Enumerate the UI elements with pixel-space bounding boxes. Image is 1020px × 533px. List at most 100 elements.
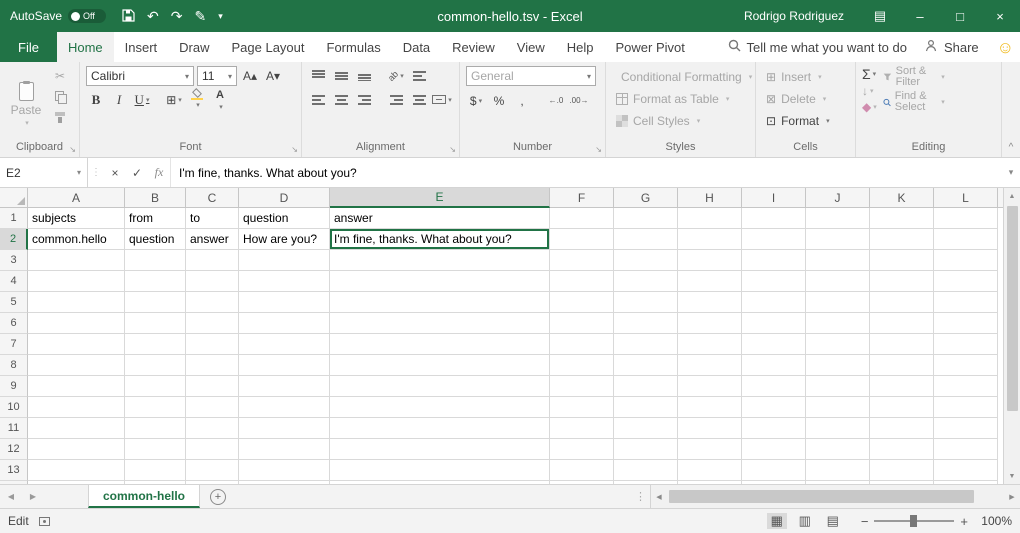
decrease-decimal-icon[interactable]: .00→	[569, 91, 589, 110]
align-bottom-icon[interactable]	[354, 66, 374, 85]
cell-D6[interactable]	[239, 313, 330, 334]
format-painter-icon[interactable]	[50, 108, 70, 127]
format-cells-button[interactable]: ⊡ Format	[762, 110, 849, 132]
percent-style-icon[interactable]: %	[489, 91, 509, 110]
cell-L2[interactable]	[934, 229, 998, 250]
cell-J6[interactable]	[806, 313, 870, 334]
cell-B1[interactable]: from	[125, 208, 186, 229]
increase-decimal-icon[interactable]: ←.0	[546, 91, 566, 110]
cell-C6[interactable]	[186, 313, 239, 334]
cell-C13[interactable]	[186, 460, 239, 481]
cell-I10[interactable]	[742, 397, 806, 418]
cell-F5[interactable]	[550, 292, 614, 313]
cell-J11[interactable]	[806, 418, 870, 439]
cell-D3[interactable]	[239, 250, 330, 271]
cell-E7[interactable]	[330, 334, 550, 355]
row-header-9[interactable]: 9	[0, 376, 28, 397]
column-header-H[interactable]: H	[678, 188, 742, 208]
column-header-L[interactable]: L	[934, 188, 998, 208]
sort-filter-button[interactable]: Sort & Filter	[883, 66, 945, 88]
font-size-combobox[interactable]: 11	[197, 66, 237, 86]
cell-E12[interactable]	[330, 439, 550, 460]
cell-G2[interactable]	[614, 229, 678, 250]
font-dialog-launcher[interactable]: ↘	[291, 146, 298, 154]
cell-F12[interactable]	[550, 439, 614, 460]
column-header-D[interactable]: D	[239, 188, 330, 208]
cell-F7[interactable]	[550, 334, 614, 355]
vertical-scrollbar-thumb[interactable]	[1007, 206, 1018, 411]
cell-A8[interactable]	[28, 355, 125, 376]
cell-A2[interactable]: common.hello	[28, 229, 125, 250]
cell-F1[interactable]	[550, 208, 614, 229]
cell-D8[interactable]	[239, 355, 330, 376]
cell-K11[interactable]	[870, 418, 934, 439]
cell-B10[interactable]	[125, 397, 186, 418]
cut-icon[interactable]: ✂	[50, 66, 70, 85]
cell-D11[interactable]	[239, 418, 330, 439]
cell-H6[interactable]	[678, 313, 742, 334]
cell-A7[interactable]	[28, 334, 125, 355]
cell-H12[interactable]	[678, 439, 742, 460]
name-box[interactable]: E2	[0, 158, 88, 187]
cell-D9[interactable]	[239, 376, 330, 397]
zoom-out-icon[interactable]: −	[861, 514, 869, 529]
format-as-table-button[interactable]: Format as Table	[612, 88, 749, 110]
cell-L5[interactable]	[934, 292, 998, 313]
cell-L12[interactable]	[934, 439, 998, 460]
cell-A11[interactable]	[28, 418, 125, 439]
new-sheet-icon[interactable]: +	[210, 489, 226, 505]
cell-L3[interactable]	[934, 250, 998, 271]
cell-A1[interactable]: subjects	[28, 208, 125, 229]
cell-B9[interactable]	[125, 376, 186, 397]
borders-icon[interactable]: ⊞	[164, 90, 184, 109]
sheet-nav-left-icon[interactable]: ◀	[0, 485, 22, 508]
cell-E3[interactable]	[330, 250, 550, 271]
cell-D5[interactable]	[239, 292, 330, 313]
cell-K4[interactable]	[870, 271, 934, 292]
cell-K8[interactable]	[870, 355, 934, 376]
cell-D1[interactable]: question	[239, 208, 330, 229]
shrink-font-icon[interactable]: A▾	[263, 67, 283, 86]
orientation-icon[interactable]: ab	[386, 66, 406, 85]
tell-me-box[interactable]: Tell me what you want to do	[728, 39, 907, 55]
cell-I1[interactable]	[742, 208, 806, 229]
cell-B3[interactable]	[125, 250, 186, 271]
font-family-combobox[interactable]: Calibri	[86, 66, 194, 86]
cell-E13[interactable]	[330, 460, 550, 481]
row-header-8[interactable]: 8	[0, 355, 28, 376]
align-left-icon[interactable]	[308, 90, 328, 109]
cell-E11[interactable]	[330, 418, 550, 439]
tab-data[interactable]: Data	[392, 32, 441, 62]
zoom-slider[interactable]	[874, 520, 954, 522]
select-all-corner[interactable]	[0, 188, 28, 208]
cell-A9[interactable]	[28, 376, 125, 397]
cell-E2[interactable]: I'm fine, thanks. What about you?	[330, 229, 550, 250]
cell-B7[interactable]	[125, 334, 186, 355]
customize-qat-chevron-icon[interactable]: ▾	[218, 12, 223, 21]
cell-B12[interactable]	[125, 439, 186, 460]
cell-G1[interactable]	[614, 208, 678, 229]
cell-H9[interactable]	[678, 376, 742, 397]
cell-C2[interactable]: answer	[186, 229, 239, 250]
wrap-text-icon[interactable]	[409, 66, 429, 85]
column-header-I[interactable]: I	[742, 188, 806, 208]
merge-center-icon[interactable]	[432, 90, 452, 109]
cell-G5[interactable]	[614, 292, 678, 313]
scroll-up-icon[interactable]: ▲	[1004, 188, 1020, 204]
cell-K9[interactable]	[870, 376, 934, 397]
cell-K3[interactable]	[870, 250, 934, 271]
cell-I8[interactable]	[742, 355, 806, 376]
cell-styles-button[interactable]: Cell Styles	[612, 110, 749, 132]
cell-A6[interactable]	[28, 313, 125, 334]
cell-J1[interactable]	[806, 208, 870, 229]
sheet-nav-right-icon[interactable]: ▶	[22, 485, 44, 508]
cell-L13[interactable]	[934, 460, 998, 481]
cell-D2[interactable]: How are you?	[239, 229, 330, 250]
row-header-3[interactable]: 3	[0, 250, 28, 271]
cell-I9[interactable]	[742, 376, 806, 397]
cell-L8[interactable]	[934, 355, 998, 376]
tab-help[interactable]: Help	[556, 32, 605, 62]
cell-J13[interactable]	[806, 460, 870, 481]
page-layout-view-icon[interactable]: ▥	[795, 513, 815, 529]
cell-C10[interactable]	[186, 397, 239, 418]
